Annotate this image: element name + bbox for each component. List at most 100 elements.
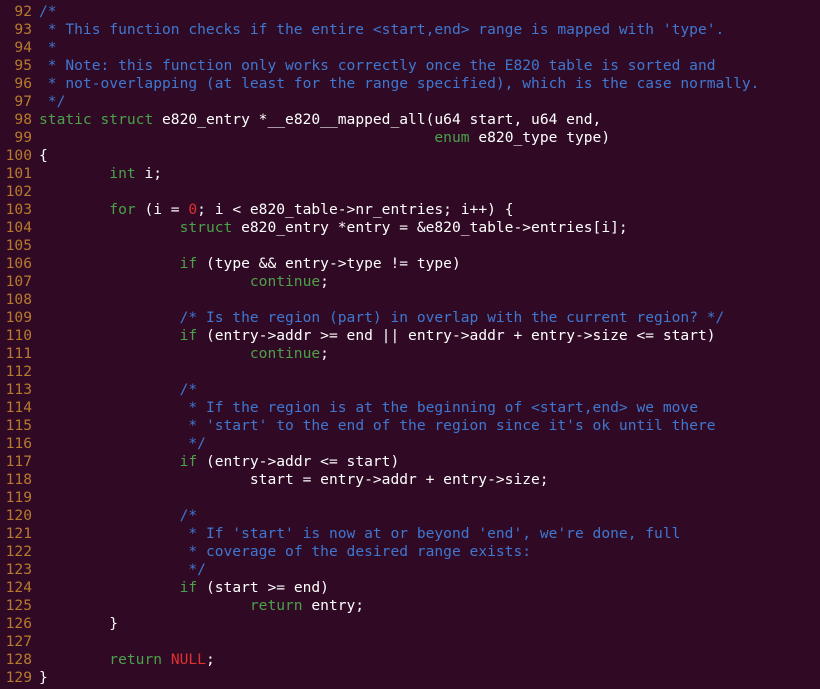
code-token-plain: e820_entry *entry = &e820_table->entries… [232,219,628,236]
line-number: 114 [5,399,32,416]
code-line[interactable]: 114 * If the region is at the beginning … [0,399,820,417]
code-line[interactable]: 107 continue; [0,273,820,291]
code-line[interactable]: 129} [0,669,820,687]
code-text[interactable]: /* [39,3,57,20]
code-line[interactable]: 122 * coverage of the desired range exis… [0,543,820,561]
code-text[interactable]: struct e820_entry *entry = &e820_table->… [39,219,628,236]
code-text[interactable]: * Note: this function only works correct… [39,57,716,74]
code-text[interactable]: if (start >= end) [39,579,329,596]
code-line[interactable]: 116 */ [0,435,820,453]
code-text[interactable]: if (type && entry->type != type) [39,255,461,272]
code-token-comment: */ [179,561,206,578]
line-number: 104 [5,219,32,236]
code-token-plain: { [39,147,48,164]
code-line[interactable]: 106 if (type && entry->type != type) [0,255,820,273]
code-line[interactable]: 121 * If 'start' is now at or beyond 'en… [0,525,820,543]
code-text[interactable]: * If 'start' is now at or beyond 'end', … [39,525,680,542]
code-line[interactable]: 124 if (start >= end) [0,579,820,597]
code-line[interactable]: 98 static struct e820_entry *__e820__mapp… [0,111,820,129]
code-text[interactable]: */ [39,93,66,110]
line-number: 117 [5,453,32,470]
code-text[interactable]: enum e820_type type) [39,129,610,146]
code-text[interactable]: } [39,669,48,686]
code-line[interactable]: 92 /* [0,3,820,21]
line-number: 129 [5,669,32,686]
code-line[interactable]: 96 * not-overlapping (at least for the r… [0,75,820,93]
code-line[interactable]: 109 /* Is the region (part) in overlap w… [0,309,820,327]
code-token-comment: */ [179,435,206,452]
code-text[interactable]: * [39,39,57,56]
code-token-plain: e820_type type) [469,129,611,146]
line-number: 121 [5,525,32,542]
line-number: 105 [5,237,32,254]
code-text[interactable]: start = entry->addr + entry->size; [39,471,549,488]
code-line[interactable]: 97 */ [0,93,820,111]
code-line[interactable]: 104 struct e820_entry *entry = &e820_tab… [0,219,820,237]
code-line[interactable]: 95 * Note: this function only works corr… [0,57,820,75]
code-token-plain: start = entry->addr + entry->size; [39,471,549,488]
code-text[interactable]: int i; [39,165,162,182]
code-line[interactable]: 103 for (i = 0; i < e820_table->nr_entri… [0,201,820,219]
code-text[interactable]: /* [39,381,198,398]
line-number: 119 [5,489,32,506]
code-text[interactable]: static struct e820_entry *__e820__mapped… [39,111,601,128]
line-number: 101 [5,165,32,182]
code-line[interactable]: 128 return NULL; [0,651,820,669]
code-line[interactable]: 108 [0,291,820,309]
code-line[interactable]: 120 /* [0,507,820,525]
code-token-comment: /* [179,381,198,398]
code-line[interactable]: 118 start = entry->addr + entry->size; [0,471,820,489]
code-text[interactable]: */ [39,435,206,452]
code-text[interactable]: return NULL; [39,651,214,668]
code-line[interactable]: 127 [0,633,820,651]
code-line[interactable]: 119 [0,489,820,507]
code-line[interactable]: 105 [0,237,820,255]
code-text[interactable]: return entry; [39,597,364,614]
code-text[interactable]: if (entry->addr <= start) [39,453,400,470]
code-text[interactable]: * not-overlapping (at least for the rang… [39,75,760,92]
line-number: 123 [5,561,32,578]
code-line[interactable]: 123 */ [0,561,820,579]
code-line[interactable]: 99 enum e820_type type) [0,129,820,147]
code-text[interactable]: { [39,147,48,164]
code-line[interactable]: 126 } [0,615,820,633]
line-number: 120 [5,507,32,524]
code-text[interactable]: */ [39,561,206,578]
code-line[interactable]: 117 if (entry->addr <= start) [0,453,820,471]
code-line[interactable]: 94 * [0,39,820,57]
code-line[interactable]: 101 int i; [0,165,820,183]
code-text[interactable]: /* [39,507,198,524]
code-token-kw: static [39,111,92,128]
code-text[interactable]: * If the region is at the beginning of <… [39,399,698,416]
line-number: 111 [5,345,32,362]
code-line[interactable]: 102 [0,183,820,201]
code-token-plain: } [39,615,119,632]
code-text[interactable]: continue; [39,345,329,362]
code-text[interactable]: * coverage of the desired range exists: [39,543,531,560]
code-text[interactable]: for (i = 0; i < e820_table->nr_entries; … [39,201,513,218]
code-line[interactable]: 111 continue; [0,345,820,363]
code-text[interactable]: if (entry->addr >= end || entry->addr + … [39,327,716,344]
code-text[interactable]: /* Is the region (part) in overlap with … [39,309,725,326]
code-text[interactable]: } [39,615,118,632]
code-line[interactable]: 100 { [0,147,820,165]
code-text[interactable]: * 'start' to the end of the region since… [39,417,715,434]
code-text[interactable]: continue; [39,273,329,290]
code-line[interactable]: 113 /* [0,381,820,399]
code-text[interactable]: * This function checks if the entire <st… [39,21,725,38]
line-number: 96 [14,75,32,92]
code-token-comment: * Note: this function only works correct… [39,57,716,74]
code-line[interactable]: 93 * This function checks if the entire … [0,21,820,39]
code-line[interactable]: 115 * 'start' to the end of the region s… [0,417,820,435]
code-token-kw: return [249,597,303,614]
code-editor[interactable]: 92/* 93 * This function checks if the ent… [0,0,820,689]
code-line[interactable]: 110 if (entry->addr >= end || entry->add… [0,327,820,345]
code-line[interactable]: 112 [0,363,820,381]
code-line[interactable]: 125 return entry; [0,597,820,615]
